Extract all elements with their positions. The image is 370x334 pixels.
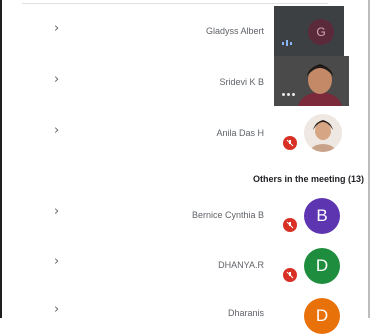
avatar: D xyxy=(304,298,340,334)
avatar: G xyxy=(308,19,334,45)
chevron-right-icon[interactable]: › xyxy=(54,254,59,269)
mic-off-icon xyxy=(283,268,297,282)
others-section-header: Others in the meeting (13) xyxy=(252,174,364,184)
video-tile: G xyxy=(274,6,344,56)
participant-name: Gladyss Albert xyxy=(205,26,264,36)
audio-level-icon xyxy=(282,40,292,46)
chevron-right-icon[interactable]: › xyxy=(54,72,59,87)
chevron-right-icon[interactable]: › xyxy=(54,21,59,36)
avatar xyxy=(304,114,342,152)
avatar: D xyxy=(304,248,340,284)
more-options-icon[interactable] xyxy=(282,93,295,96)
participant-name: Sridevi K B xyxy=(219,77,264,87)
avatar: B xyxy=(304,198,340,234)
participant-name: Anila Das H xyxy=(216,128,264,138)
video-tile xyxy=(274,56,349,106)
chevron-right-icon[interactable]: › xyxy=(54,123,59,138)
mic-off-icon xyxy=(283,136,297,150)
participant-row[interactable]: › Sridevi K B xyxy=(2,56,368,108)
participant-row[interactable]: › Dharanis D xyxy=(2,296,368,334)
participant-row[interactable]: › Bernice Cynthia B B xyxy=(2,194,368,238)
participant-name: Dharanis xyxy=(227,308,264,318)
participant-name: Bernice Cynthia B xyxy=(191,210,264,220)
chevron-right-icon[interactable]: › xyxy=(54,302,59,317)
participant-video-feed xyxy=(274,56,349,106)
participant-row[interactable]: › DHANYA.R D xyxy=(2,244,368,288)
chevron-right-icon[interactable]: › xyxy=(54,204,59,219)
participant-name: DHANYA.R xyxy=(218,260,264,270)
participant-row[interactable]: › Gladyss Albert G xyxy=(2,6,368,56)
participant-row[interactable]: › Anila Das H xyxy=(2,110,368,158)
mic-off-icon xyxy=(283,218,297,232)
